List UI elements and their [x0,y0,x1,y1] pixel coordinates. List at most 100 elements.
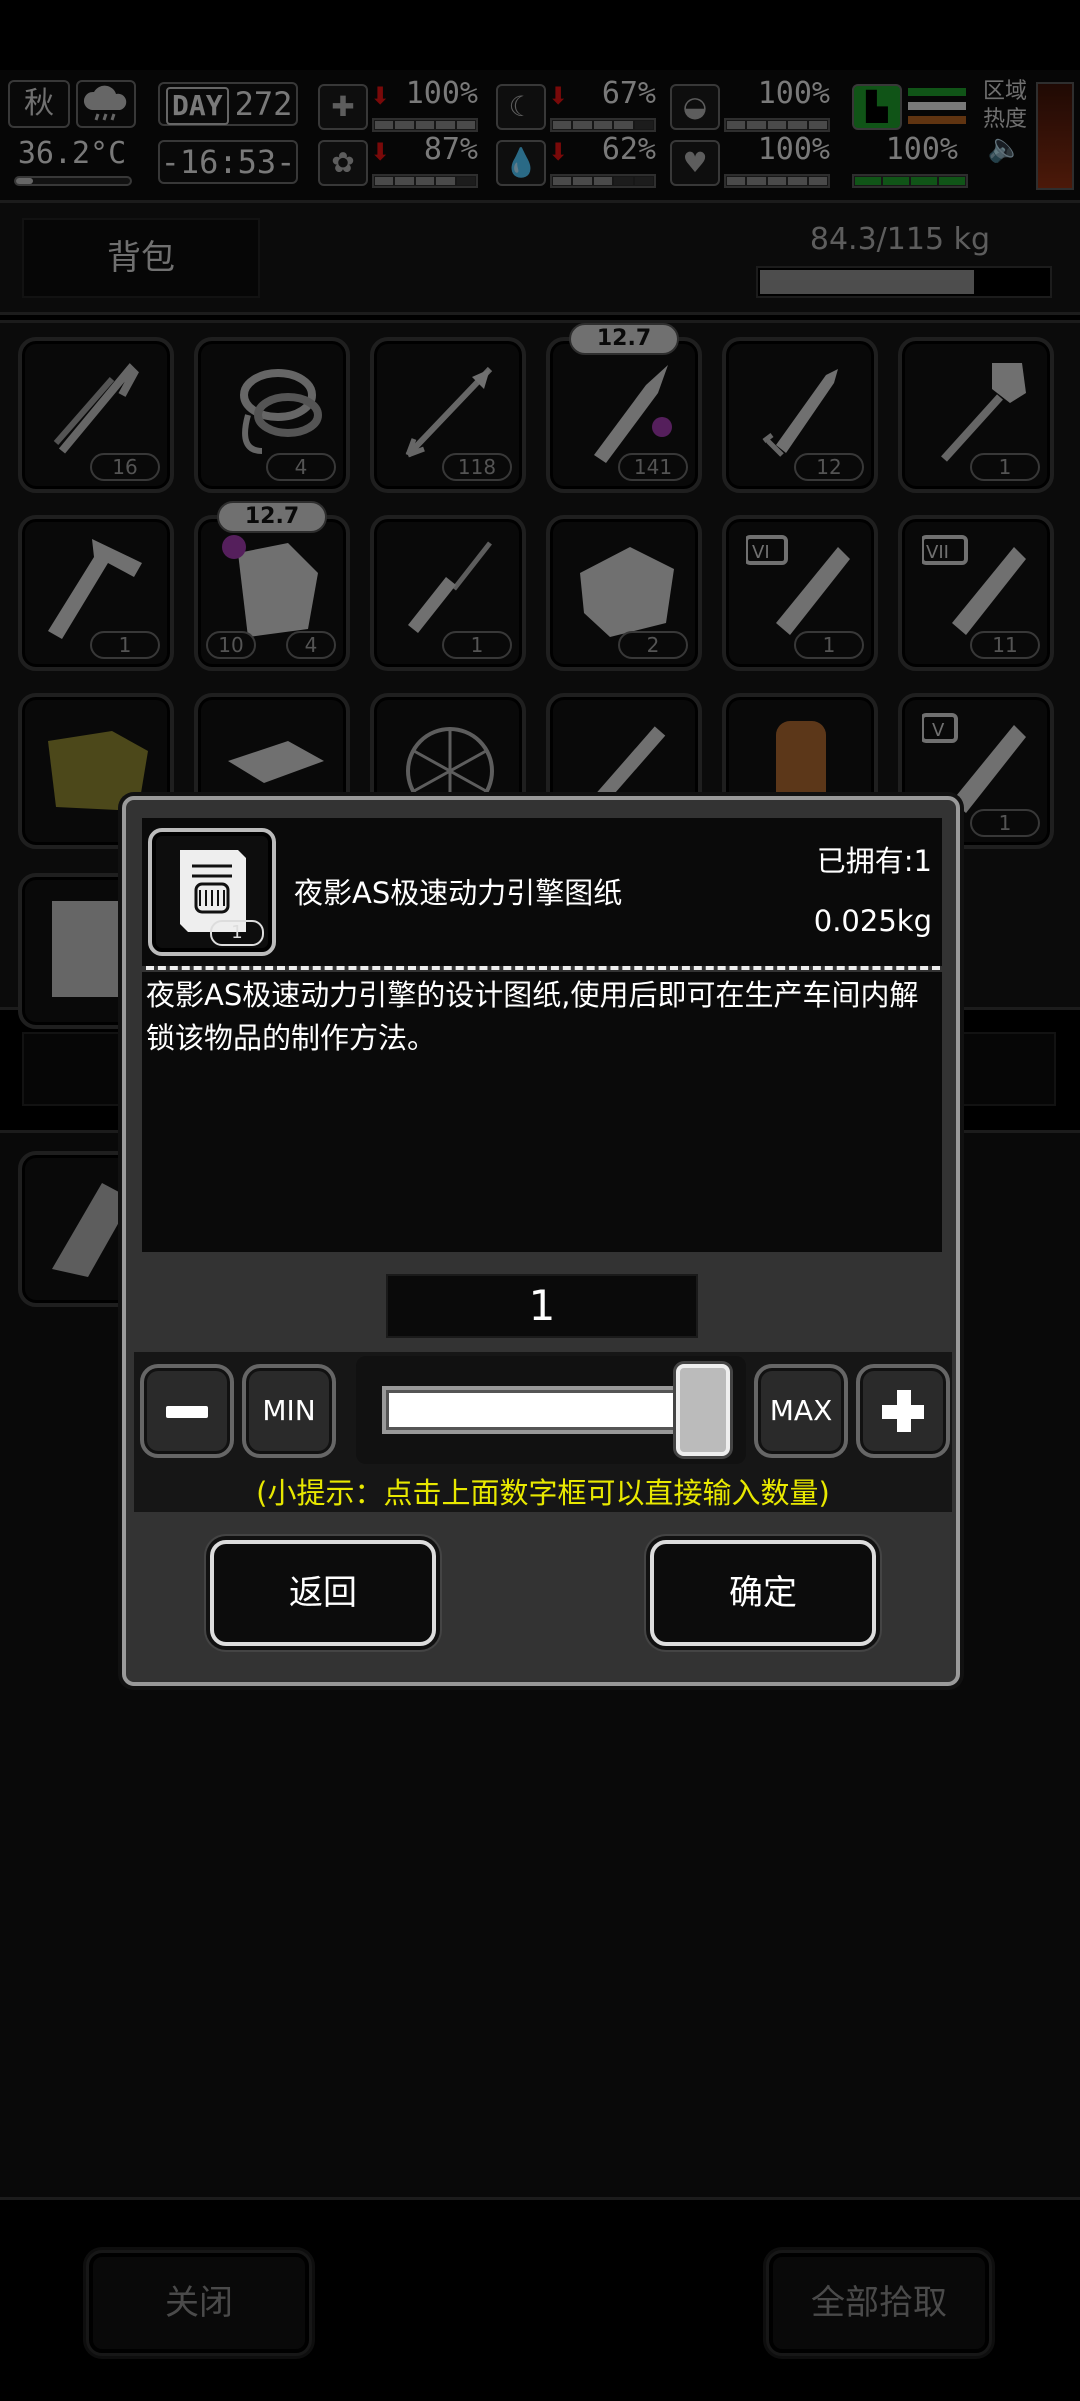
stamina-stripe [908,102,966,110]
bullet-icon [594,365,672,463]
quantity-controls: MIN MAX (小提示：点击上面数字框可以直接输入数量) [134,1352,952,1512]
minus-button[interactable] [140,1364,234,1458]
temperature-bar [14,176,132,186]
health-value: 100% [405,76,478,111]
mood-bar [724,174,830,188]
stamina-value: 100% [885,132,958,167]
test-tube-icon: VI [746,535,850,635]
day-label: DAY [166,87,229,125]
confirm-button[interactable]: 确定 [650,1540,876,1646]
back-button[interactable]: 返回 [210,1540,436,1646]
item-qty: 11 [970,631,1040,659]
season-badge: 秋 [8,80,70,128]
screwdriver-icon [408,541,492,633]
item-qty: 1 [90,631,160,659]
rocket-icon [762,369,838,457]
caliber-tag: 12.7 [217,501,327,533]
item-qty: 1 [794,631,864,659]
sanity-bar [372,174,478,188]
item-qty: 4 [286,631,336,659]
quantity-input[interactable]: 1 [386,1274,698,1338]
close-button[interactable]: 关闭 [86,2250,312,2356]
sleep-bar [724,118,830,132]
arrow-icon [405,366,493,458]
sleep-value: 100% [757,76,830,111]
sanity-stat: ✿ ⬇ 87% [318,132,478,188]
slider-track [382,1386,722,1434]
item-qty: 12 [794,453,864,481]
item-slot-hammer-tool[interactable]: 1 [18,515,174,671]
item-slot-ammo-12-7[interactable]: 12.7 141 [546,323,702,493]
min-button[interactable]: MIN [242,1364,336,1458]
item-slot-lockpick[interactable]: 16 [18,337,174,493]
game-clock: -16:53- [158,140,298,184]
zone-heat-text: 区域热度 [982,79,1027,132]
item-slot-ammo-box[interactable]: 12.7 10 4 [194,501,350,671]
item-use-dialog: 1 夜影AS极速动力引擎图纸 已拥有:1 0.025kg 夜影AS极速动力引擎的… [122,796,960,1686]
item-description: 夜影AS极速动力引擎的设计图纸,使用后即可在生产车间内解锁该物品的制作方法。 [142,972,942,1252]
item-qty-left: 10 [206,631,256,659]
hunger-value: 67% [601,76,656,111]
down-arrow-icon: ⬇ [370,82,391,110]
backpack-title[interactable]: 背包 [22,218,260,298]
water-drop-icon: 💧 [496,140,546,186]
cloud-rain-icon [76,80,136,128]
day-value: 272 [234,85,293,123]
heart-icon: ♥ [670,140,720,186]
stamina-stripe [908,116,966,124]
item-slot-potion-vi[interactable]: VI 1 [722,515,878,671]
item-slot-rocket[interactable]: 12 [722,337,878,493]
health-bar [372,118,478,132]
thirst-stat: 💧 ⬇ 62% [496,132,656,188]
quantity-slider[interactable] [356,1356,746,1464]
caliber-tag: 12.7 [569,323,679,355]
hint-text: (小提示：点击上面数字框可以直接输入数量) [256,1476,830,1510]
cloth-icon [580,547,674,637]
item-slot-screwdriver[interactable]: 1 [370,515,526,671]
item-slot-cloth[interactable]: 2 [546,515,702,671]
item-slot-shovel[interactable]: 1 [898,337,1054,493]
item-slot-potion-vii[interactable]: VII 11 [898,515,1054,671]
take-all-button[interactable]: 全部拾取 [766,2250,992,2356]
slider-handle[interactable] [676,1364,730,1456]
item-qty: 1 [970,453,1040,481]
dashed-divider [146,966,940,970]
item-qty: 4 [266,453,336,481]
weight-bar [756,266,1052,298]
stomach-icon: ☾ [496,84,546,130]
medkit-icon: ✚ [318,84,368,130]
health-stat: ✚ ⬇ 100% [318,76,478,132]
owned-count: 已拥有:1 [816,844,932,878]
temperature: 36.2°C [8,136,136,188]
zone-heat-bar [1036,82,1074,190]
mood-value: 100% [757,132,830,167]
dialog-header: 1 夜影AS极速动力引擎图纸 已拥有:1 0.025kg [142,818,942,966]
item-qty: 118 [442,453,512,481]
item-icon: 1 [148,828,276,956]
item-qty: 2 [618,631,688,659]
thirst-bar [550,174,656,188]
svg-text:V: V [932,720,945,741]
hunger-stat: ☾ ⬇ 67% [496,76,656,132]
svg-text:VII: VII [926,542,949,563]
down-arrow-icon: ⬇ [370,138,391,166]
item-slot-rope[interactable]: 4 [194,337,350,493]
plus-button[interactable] [856,1364,950,1458]
backpack-weight: 84.3/115 kg [809,222,990,257]
brain-icon: ✿ [318,140,368,186]
max-button[interactable]: MAX [754,1364,848,1458]
lockpick-icon [53,363,139,454]
sleep-icon: ◒ [670,84,720,130]
status-bar: 秋 36.2°C DAY 272 -16:53- ✚ ⬇ 100% ☾ ⬇ 67% ◒… [0,70,1080,200]
shovel-icon [941,363,1026,462]
test-tube-icon: VII [922,535,1026,635]
ammo-box-icon [222,535,318,637]
down-arrow-icon: ⬇ [548,82,569,110]
speaker-icon[interactable]: 🔈 [980,134,1030,162]
svg-text:VI: VI [752,542,770,563]
day-counter: DAY 272 [158,82,298,126]
item-slot-arrow[interactable]: 118 [370,337,526,493]
item-qty: 16 [90,453,160,481]
boot-icon: ▙ [852,84,902,130]
stamina-value-box: 100% [852,132,968,188]
